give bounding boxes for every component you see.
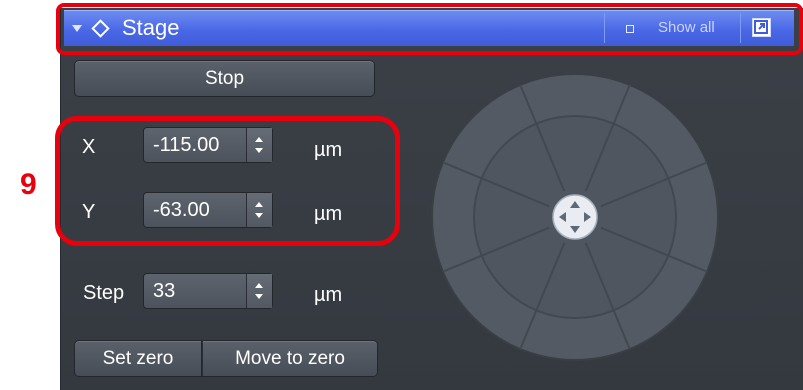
- set-zero-button[interactable]: Set zero: [74, 340, 202, 377]
- annotation-marker: 9: [20, 168, 37, 201]
- spin-up-icon[interactable]: [255, 283, 263, 288]
- xy-highlight-frame: [55, 116, 400, 246]
- step-label: Step: [83, 282, 125, 304]
- step-spinner[interactable]: [246, 274, 272, 308]
- step-value[interactable]: 33: [153, 279, 175, 303]
- screenshot-canvas: Stage Show all Stop X -115.00 µm Y -63.0…: [0, 0, 803, 390]
- header-highlight-frame: [56, 3, 803, 55]
- stage-joystick[interactable]: [430, 72, 720, 362]
- stop-button[interactable]: Stop: [74, 60, 375, 97]
- spin-down-icon[interactable]: [255, 294, 263, 299]
- move-to-zero-button[interactable]: Move to zero: [202, 340, 378, 377]
- step-unit: µm: [314, 284, 343, 306]
- step-input[interactable]: 33: [143, 273, 273, 309]
